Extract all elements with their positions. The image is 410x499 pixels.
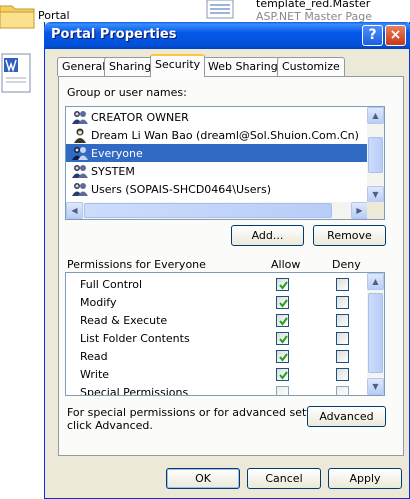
allow-column-header: Allow (271, 258, 301, 271)
deny-checkbox[interactable] (336, 368, 349, 381)
user-name: SYSTEM (91, 164, 135, 178)
document-icon[interactable] (0, 52, 34, 94)
checkmark-icon (279, 299, 288, 308)
scroll-up-icon[interactable]: ▲ (367, 273, 384, 290)
scroll-left-icon[interactable]: ◀ (66, 202, 83, 219)
checkmark-icon (279, 371, 288, 380)
users-group-icon (72, 111, 88, 124)
scroll-down-icon[interactable]: ▼ (367, 186, 384, 203)
deny-checkbox[interactable] (336, 314, 349, 327)
help-button[interactable]: ? (362, 25, 383, 46)
title-bar[interactable]: Portal Properties ? × (44, 22, 410, 49)
file-name[interactable]: template_red.Master (256, 0, 370, 10)
scroll-up-icon[interactable]: ▲ (367, 107, 384, 124)
user-list-vertical-scrollbar[interactable]: ▲ ▼ (367, 107, 384, 203)
user-name: Users (SOPAIS-SHCD0464\Users) (91, 182, 272, 196)
ok-button[interactable]: OK (166, 468, 240, 489)
permission-name: Full Control (80, 278, 143, 291)
close-button[interactable]: × (385, 25, 406, 46)
folder-icon[interactable] (0, 0, 36, 30)
scroll-right-icon[interactable]: ▶ (351, 202, 368, 219)
scroll-thumb[interactable] (84, 203, 332, 218)
advanced-button[interactable]: Advanced (307, 406, 386, 427)
deny-checkbox[interactable] (336, 350, 349, 363)
user-row-dream-li-wan-bao[interactable]: Dream Li Wan Bao (dreaml@Sol.Shuion.Com.… (66, 126, 368, 144)
user-list[interactable]: CREATOR OWNER Dream Li Wan Bao (dreaml@S… (65, 106, 385, 220)
user-row-creator-owner[interactable]: CREATOR OWNER (66, 108, 368, 126)
tab-security[interactable]: Security (150, 54, 206, 77)
permission-row-read-execute: Read & Execute (66, 312, 368, 330)
user-row-system[interactable]: SYSTEM (66, 162, 368, 180)
tab-sharing[interactable]: Sharing (104, 57, 157, 76)
tab-general[interactable]: General (57, 57, 111, 76)
permission-name: Read & Execute (80, 314, 168, 327)
deny-checkbox[interactable] (336, 278, 349, 291)
checkmark-icon (279, 281, 288, 290)
cancel-button[interactable]: Cancel (247, 468, 321, 489)
deny-checkbox[interactable] (336, 296, 349, 309)
add-button[interactable]: Add... (231, 225, 304, 246)
permission-row-special-permissions: Special Permissions (66, 384, 368, 396)
user-name: CREATOR OWNER (91, 110, 189, 124)
users-group-icon (72, 183, 88, 196)
permissions-list: Full Control Modify Read & Execute List … (65, 272, 385, 396)
scrollbar-corner (367, 202, 384, 219)
user-row-everyone[interactable]: Everyone (66, 144, 368, 162)
user-row-users[interactable]: Users (SOPAIS-SHCD0464\Users) (66, 180, 368, 198)
permission-row-full-control: Full Control (66, 276, 368, 294)
allow-checkbox[interactable] (276, 386, 289, 395)
permission-name: Read (80, 350, 108, 363)
user-icon (74, 128, 86, 143)
checkmark-icon (279, 317, 288, 326)
special-permissions-note: For special permissions or for advanced … (67, 406, 337, 419)
permission-name: List Folder Contents (80, 332, 190, 345)
special-permissions-note-line2: click Advanced. (67, 419, 153, 432)
deny-checkbox[interactable] (336, 386, 349, 395)
allow-checkbox[interactable] (276, 314, 289, 327)
dialog-title: Portal Properties (51, 27, 177, 42)
remove-button[interactable]: Remove (313, 225, 386, 246)
scroll-thumb[interactable] (368, 137, 383, 173)
permission-name: Modify (80, 296, 117, 309)
allow-checkbox[interactable] (276, 296, 289, 309)
checkmark-icon (279, 353, 288, 362)
permissions-for-label: Permissions for Everyone (67, 258, 206, 271)
properties-dialog: Portal Properties ? × General Sharing Se… (44, 22, 410, 499)
allow-checkbox[interactable] (276, 332, 289, 345)
permissions-vertical-scrollbar[interactable]: ▲ ▼ (367, 273, 384, 395)
folder-label[interactable]: Portal (38, 9, 70, 22)
scroll-thumb[interactable] (368, 293, 383, 373)
user-list-horizontal-scrollbar[interactable]: ◀ ▶ (66, 202, 368, 219)
permission-row-list-folder-contents: List Folder Contents (66, 330, 368, 348)
checkmark-icon (279, 335, 288, 344)
tab-customize[interactable]: Customize (277, 57, 345, 76)
users-group-icon (72, 147, 88, 160)
allow-checkbox[interactable] (276, 278, 289, 291)
scroll-down-icon[interactable]: ▼ (367, 378, 384, 395)
permission-row-modify: Modify (66, 294, 368, 312)
allow-checkbox[interactable] (276, 350, 289, 363)
deny-checkbox[interactable] (336, 332, 349, 345)
user-name: Dream Li Wan Bao (dreaml@Sol.Shuion.Com.… (91, 128, 359, 142)
users-group-icon (72, 165, 88, 178)
user-name: Everyone (91, 146, 143, 160)
deny-column-header: Deny (332, 258, 361, 271)
permission-row-write: Write (66, 366, 368, 384)
master-page-file-icon[interactable] (205, 0, 249, 20)
permission-name: Special Permissions (80, 386, 189, 396)
permission-row-read: Read (66, 348, 368, 366)
tab-web-sharing[interactable]: Web Sharing (203, 57, 283, 76)
permission-name: Write (80, 368, 110, 381)
group-or-user-names-label: Group or user names: (67, 86, 187, 99)
apply-button[interactable]: Apply (328, 468, 402, 489)
allow-checkbox[interactable] (276, 368, 289, 381)
